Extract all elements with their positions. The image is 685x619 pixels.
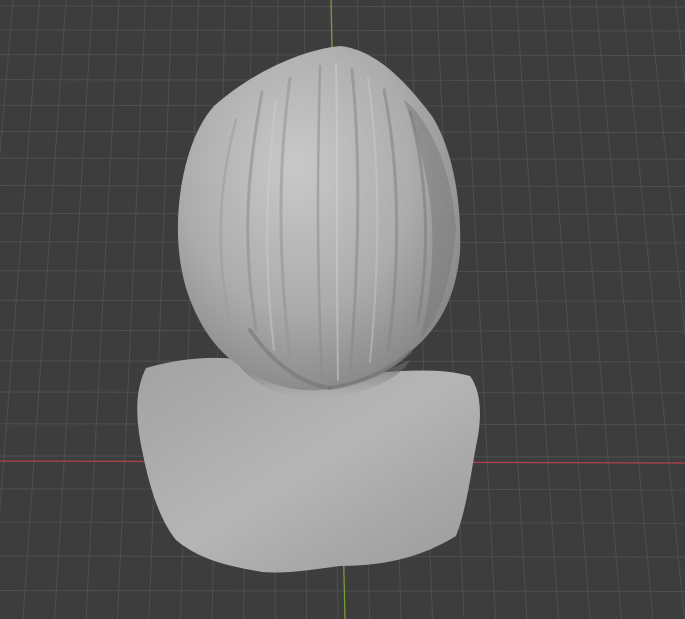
3d-viewport[interactable] [0,0,685,619]
viewport-canvas[interactable] [0,0,685,619]
